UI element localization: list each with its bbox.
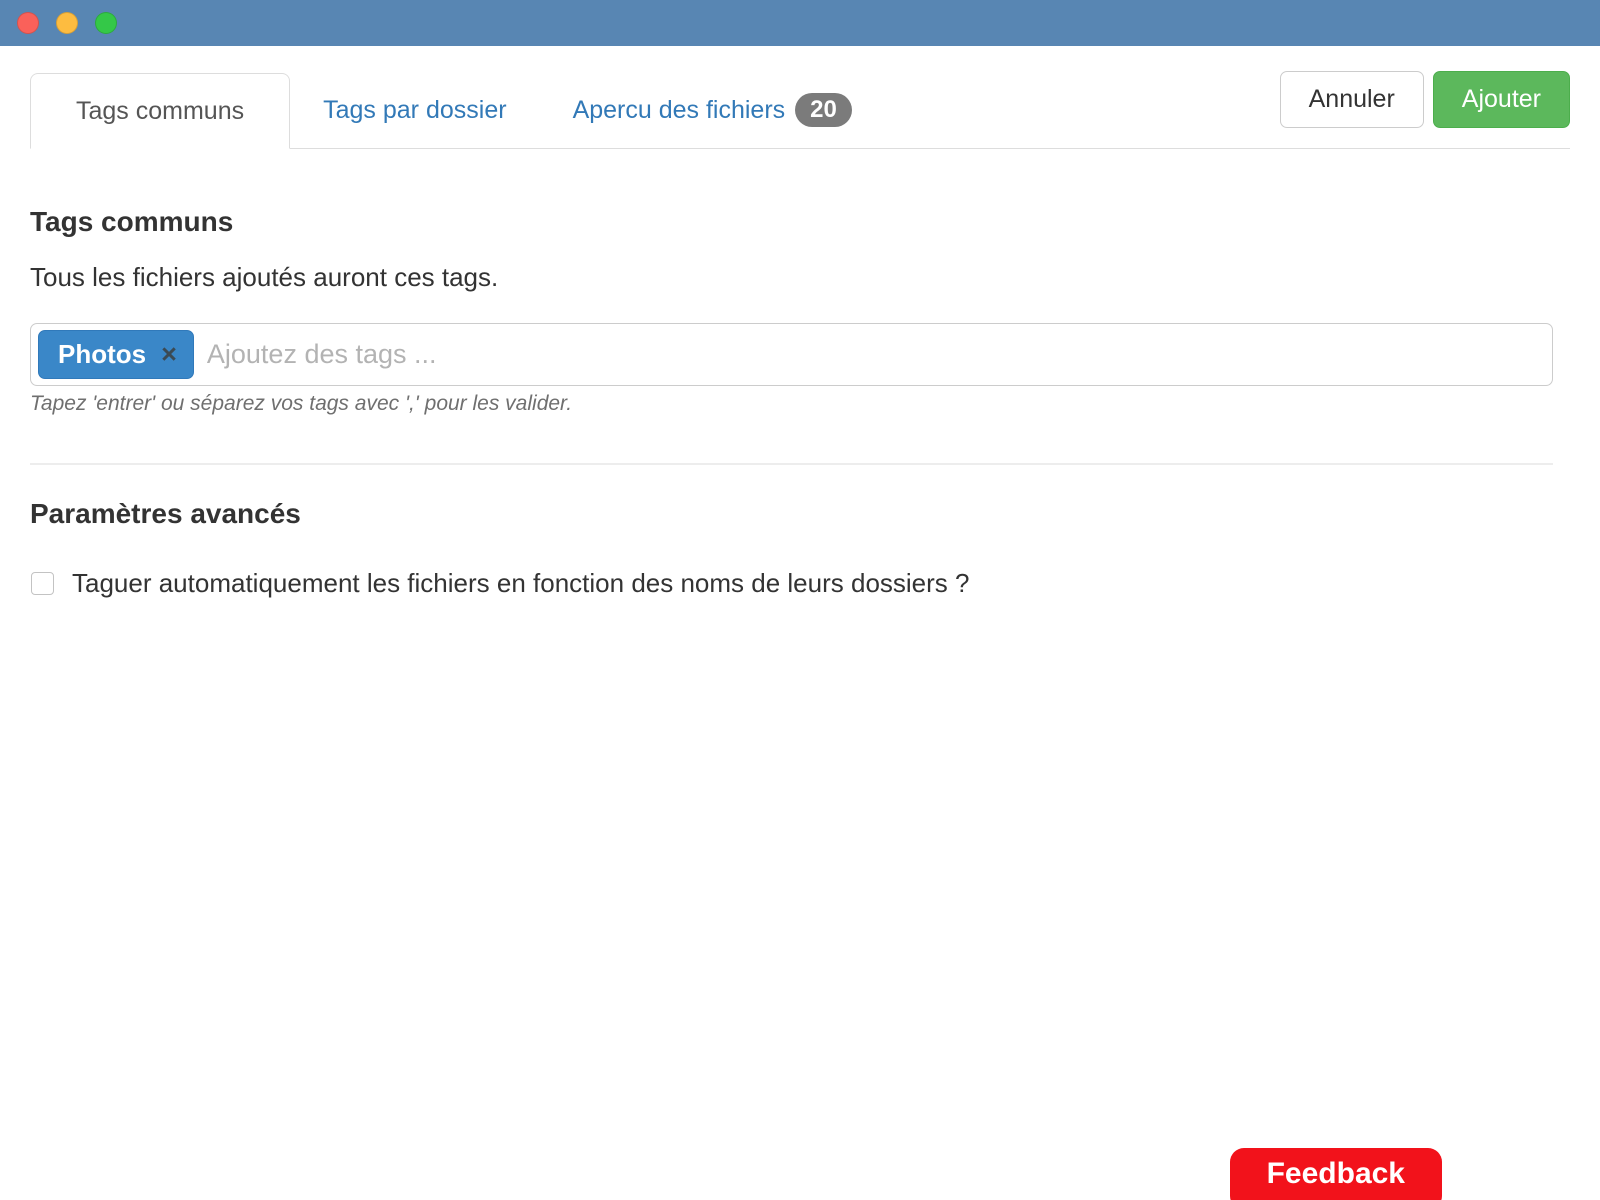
tab-label: Tags communs <box>76 96 245 125</box>
advanced-settings-heading: Paramètres avancés <box>30 498 301 529</box>
auto-tag-checkbox[interactable] <box>31 572 54 595</box>
tag-pill-photos: Photos × <box>38 330 194 379</box>
main-content: Tags communs Tous les fichiers ajoutés a… <box>30 206 1553 599</box>
close-window-icon[interactable] <box>17 12 39 34</box>
tab-bar: Tags communs Tags par dossier Apercu des… <box>30 46 1570 149</box>
header-actions: Annuler Ajouter <box>1279 71 1570 128</box>
feedback-button[interactable]: Feedback <box>1229 1148 1442 1200</box>
tab-tags-communs[interactable]: Tags communs <box>30 73 291 149</box>
cancel-button[interactable]: Annuler <box>1279 71 1424 128</box>
tab-label: Tags par dossier <box>323 95 507 124</box>
common-tags-description: Tous les fichiers ajoutés auront ces tag… <box>30 262 499 292</box>
tags-helper-text: Tapez 'entrer' ou séparez vos tags avec … <box>30 392 573 415</box>
common-tags-heading: Tags communs <box>30 206 234 237</box>
zoom-window-icon[interactable] <box>95 12 117 34</box>
tag-label: Photos <box>58 339 147 369</box>
auto-tag-checkbox-label[interactable]: Taguer automatiquement les fichiers en f… <box>72 568 969 599</box>
tags-input[interactable] <box>206 339 1545 370</box>
traffic-lights <box>17 12 117 34</box>
add-button[interactable]: Ajouter <box>1432 71 1570 128</box>
minimize-window-icon[interactable] <box>56 12 78 34</box>
section-divider <box>30 463 1553 465</box>
tag-remove-icon[interactable]: × <box>161 341 177 368</box>
tab-apercu-des-fichiers[interactable]: Apercu des fichiers 20 <box>540 72 885 148</box>
tab-label: Apercu des fichiers <box>572 95 786 124</box>
tab-tags-par-dossier[interactable]: Tags par dossier <box>290 72 539 148</box>
auto-tag-option-row: Taguer automatiquement les fichiers en f… <box>30 568 1553 599</box>
file-count-badge: 20 <box>795 93 852 127</box>
tags-input-container[interactable]: Photos × <box>30 323 1553 386</box>
window-titlebar <box>0 0 1600 46</box>
